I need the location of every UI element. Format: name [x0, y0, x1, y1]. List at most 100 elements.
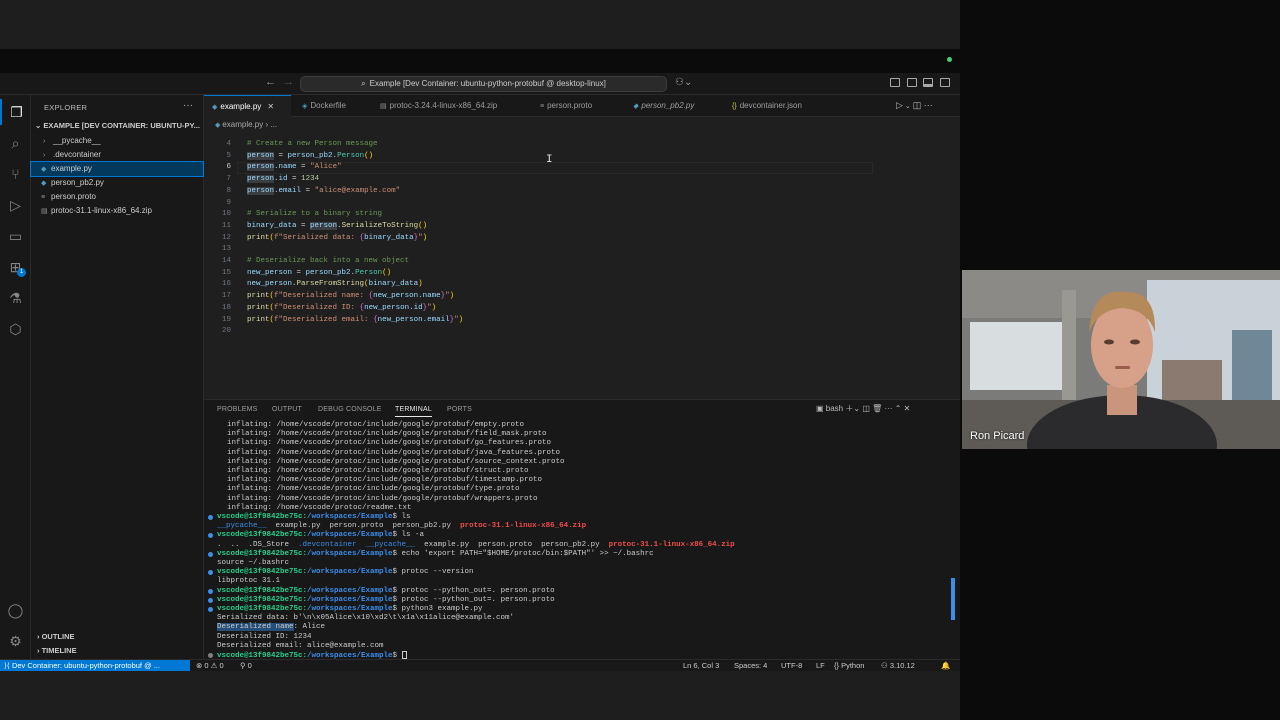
- tab-person-proto[interactable]: ≡ person.proto: [532, 95, 592, 117]
- more-actions-icon[interactable]: ···: [183, 100, 193, 111]
- line-number: 11: [221, 221, 231, 230]
- tree-item-person-pb2-py[interactable]: ◆ person_pb2.py: [31, 176, 203, 190]
- breadcrumb-file[interactable]: example.py: [222, 120, 263, 129]
- tab-dockerfile[interactable]: ◈ Dockerfile: [294, 95, 346, 117]
- breadcrumb-more[interactable]: ...: [270, 120, 277, 129]
- ports-indicator[interactable]: ⚲ 0: [240, 660, 252, 671]
- code-token: Person: [337, 151, 365, 160]
- run-icon[interactable]: ▷: [896, 100, 903, 110]
- code-token: ): [418, 280, 423, 289]
- tree-item-protoc-zip[interactable]: ▤ protoc-31.1-linux-x86_64.zip: [31, 204, 203, 218]
- remote-explorer-icon[interactable]: ▭: [0, 223, 31, 249]
- tree-item-pycache[interactable]: › __pycache__: [31, 134, 203, 148]
- code-token: person_pb2: [287, 151, 333, 160]
- terminal-shell-label[interactable]: bash: [826, 404, 843, 413]
- prompt-path: /workspaces/Example: [307, 605, 393, 613]
- close-icon[interactable]: ✕: [267, 102, 274, 111]
- code-line: # Serialize to a binary string: [247, 209, 382, 221]
- source-control-icon[interactable]: ⑂: [0, 161, 31, 187]
- more-actions-icon[interactable]: ···: [921, 100, 933, 110]
- tab-person-pb2-py[interactable]: ◆ person_pb2.py: [625, 95, 694, 117]
- customize-layout-icon[interactable]: [940, 78, 950, 87]
- copilot-icon[interactable]: ⚇⌄: [675, 77, 692, 88]
- terminal-line: inflating: /home/vscode/protoc/include/g…: [227, 439, 552, 448]
- tree-item-person-proto[interactable]: ≡ person.proto: [31, 190, 203, 204]
- python-interpreter[interactable]: ⚇ 3.10.12: [881, 660, 915, 671]
- close-icon[interactable]: ✕: [904, 404, 911, 413]
- text-cursor-icon: I: [546, 154, 553, 166]
- language-mode[interactable]: {} Python: [834, 660, 864, 671]
- command-decoration-icon[interactable]: [208, 515, 213, 520]
- command-decoration-icon[interactable]: [208, 597, 213, 603]
- bottom-panel: PROBLEMS OUTPUT DEBUG CONSOLE TERMINAL P…: [204, 399, 960, 660]
- code-token: person: [310, 221, 338, 230]
- remote-indicator[interactable]: ⟩⟨ Dev Container: ubuntu-python-protobuf…: [0, 660, 190, 671]
- workspace-folder[interactable]: ⌄ EXAMPLE [DEV CONTAINER: UBUNTU-PY...: [35, 121, 203, 130]
- timeline-section[interactable]: › TIMELINE: [37, 646, 77, 655]
- terminal-command-line: vscode@13f9842be75c:/workspaces/Example$…: [217, 587, 555, 596]
- search-icon[interactable]: ⌕: [0, 130, 31, 156]
- tab-example-py[interactable]: ◆ example.py ✕: [204, 95, 291, 117]
- testing-icon[interactable]: ⚗: [0, 285, 31, 311]
- tab-debug-console[interactable]: DEBUG CONSOLE: [318, 406, 382, 413]
- settings-gear-icon[interactable]: ⚙: [0, 628, 31, 654]
- run-debug-icon[interactable]: ▷: [0, 192, 31, 218]
- chevron-down-icon[interactable]: ⌄: [903, 103, 913, 110]
- tab-devcontainer-json[interactable]: {} devcontainer.json: [724, 95, 802, 117]
- command-decoration-icon[interactable]: [208, 570, 213, 576]
- toggle-sidebar-icon[interactable]: [890, 78, 900, 87]
- trash-icon[interactable]: 🗑: [872, 404, 884, 413]
- problems-indicator[interactable]: ⊗ 0 ⚠ 0: [196, 660, 224, 671]
- tab-protoc-zip[interactable]: ▤ protoc-3.24.4-linux-x86_64.zip: [372, 95, 497, 117]
- command-decoration-icon[interactable]: [208, 551, 213, 557]
- command-decoration-icon[interactable]: [208, 533, 213, 539]
- command-text: ls: [401, 513, 411, 521]
- split-terminal-icon[interactable]: ◫: [862, 404, 872, 413]
- prompt-sigil: $: [392, 586, 402, 595]
- notifications-bell-icon[interactable]: 🔔: [941, 660, 950, 671]
- command-center[interactable]: ⌕ Example [Dev Container: ubuntu-python-p…: [300, 76, 667, 92]
- line-number: 9: [226, 198, 231, 207]
- tree-item-devcontainer[interactable]: › .devcontainer: [31, 148, 203, 162]
- chevron-down-icon[interactable]: ⌄: [853, 404, 862, 413]
- containers-icon[interactable]: ⬡: [0, 316, 31, 342]
- more-actions-icon[interactable]: ···: [884, 404, 894, 413]
- zip-file-icon: ▤: [380, 103, 387, 110]
- code-editor[interactable]: 4 5 6 7 8 9 10 11 12 13 14 15 16 17 18 1…: [204, 135, 960, 397]
- terminal-command-line: vscode@13f9842be75c:/workspaces/Example$…: [217, 605, 483, 614]
- toggle-secondary-sidebar-icon[interactable]: [923, 78, 933, 87]
- command-decoration-icon[interactable]: [208, 588, 213, 594]
- extensions-icon[interactable]: ⊞ 1: [0, 254, 31, 280]
- back-arrow-icon[interactable]: ←: [265, 76, 276, 88]
- explorer-icon[interactable]: ❐: [0, 99, 31, 125]
- zip-file-icon: ▤: [41, 208, 48, 215]
- command-decoration-icon[interactable]: [208, 653, 213, 658]
- prompt-sigil: $: [392, 513, 402, 521]
- prompt-path: /workspaces/Example: [307, 568, 393, 577]
- maximize-panel-icon[interactable]: ⌃: [895, 404, 904, 413]
- tree-item-example-py[interactable]: ◆ example.py: [30, 161, 204, 177]
- toggle-panel-icon[interactable]: [907, 78, 917, 87]
- cursor-position[interactable]: Ln 6, Col 3: [683, 660, 719, 671]
- participant-name: Ron Picard: [970, 430, 1025, 442]
- file-entries: example.py person.proto person_pb2.py: [424, 540, 600, 549]
- tab-output[interactable]: OUTPUT: [272, 406, 302, 413]
- line-number: 5: [226, 151, 231, 160]
- account-icon[interactable]: ◯: [0, 597, 31, 623]
- command-decoration-icon[interactable]: [208, 607, 213, 612]
- tab-problems[interactable]: PROBLEMS: [217, 406, 258, 413]
- code-token: person: [247, 163, 275, 172]
- encoding[interactable]: UTF-8: [781, 660, 802, 671]
- terminal-line: inflating: /home/vscode/protoc/include/g…: [227, 457, 565, 466]
- code-line: new_person.ParseFromString(binary_data): [247, 280, 423, 289]
- forward-arrow-icon[interactable]: →: [283, 76, 294, 88]
- line-ending[interactable]: LF: [816, 660, 825, 671]
- tab-terminal[interactable]: TERMINAL: [395, 406, 432, 417]
- terminal-scrollbar[interactable]: [951, 578, 955, 620]
- title-bar: ← → ⌕ Example [Dev Container: ubuntu-pyth…: [0, 73, 960, 95]
- split-editor-icon[interactable]: ◫: [913, 100, 922, 110]
- tab-ports[interactable]: PORTS: [447, 406, 472, 413]
- terminal-output-line: Serialized data: b'\n\x05Alice\x10\xd2\t…: [217, 614, 515, 623]
- indentation[interactable]: Spaces: 4: [734, 660, 767, 671]
- outline-section[interactable]: › OUTLINE: [37, 632, 75, 641]
